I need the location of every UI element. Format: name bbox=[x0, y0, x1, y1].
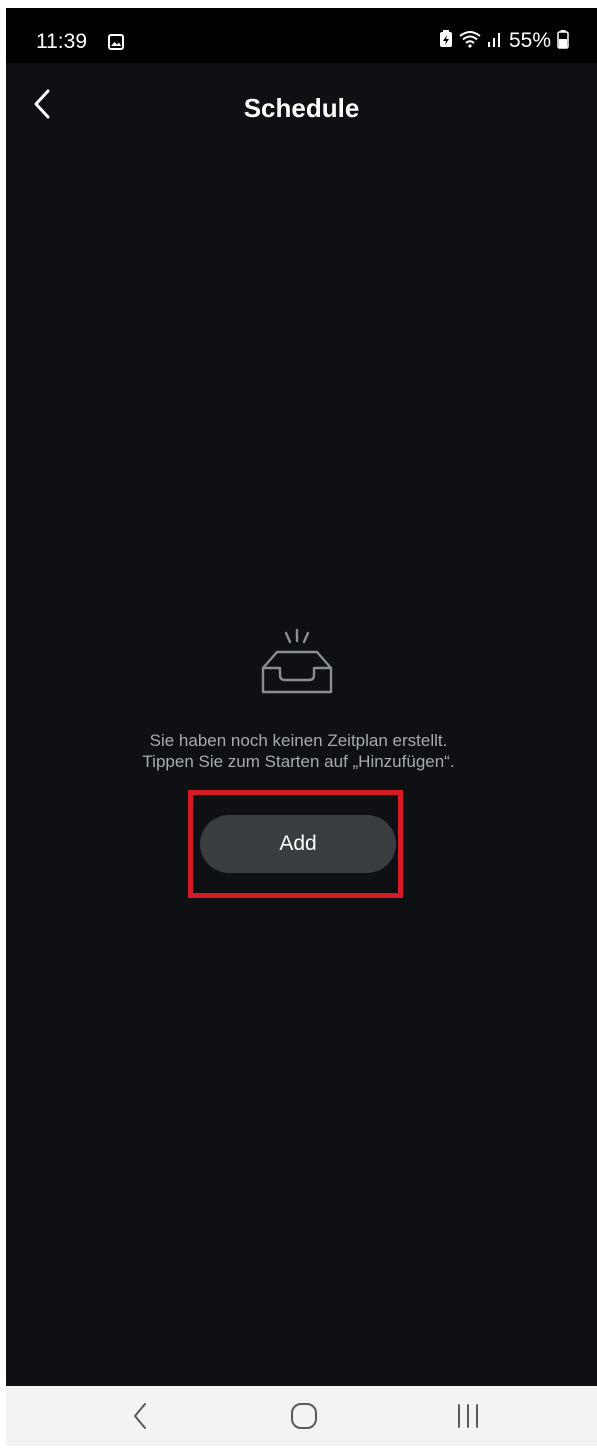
app-screen: 11:39 55% Schedule bbox=[6, 8, 597, 1388]
nav-recents-button[interactable] bbox=[438, 1396, 498, 1440]
nav-home-button[interactable] bbox=[274, 1396, 334, 1440]
status-icons: 55% bbox=[439, 28, 569, 54]
home-icon bbox=[290, 1402, 318, 1435]
gallery-icon bbox=[108, 34, 124, 50]
battery-saver-icon bbox=[439, 29, 453, 53]
add-button[interactable]: Add bbox=[200, 815, 396, 873]
app-header: Schedule bbox=[6, 63, 597, 163]
empty-state-line-1: Sie haben noch keinen Zeitplan erstellt. bbox=[149, 731, 448, 750]
wifi-icon bbox=[459, 30, 481, 53]
status-bar: 11:39 55% bbox=[6, 8, 597, 63]
empty-inbox-icon bbox=[253, 620, 341, 696]
recents-icon bbox=[455, 1403, 481, 1434]
signal-icon bbox=[487, 30, 503, 53]
page-title: Schedule bbox=[243, 93, 360, 123]
system-nav-bar bbox=[6, 1386, 597, 1446]
battery-percent: 55% bbox=[508, 29, 551, 52]
empty-state-line-2: Tippen Sie zum Starten auf „Hinzufügen“. bbox=[142, 752, 455, 771]
nav-back-button[interactable] bbox=[110, 1396, 170, 1440]
status-time: 11:39 bbox=[36, 30, 87, 53]
back-icon bbox=[132, 1402, 148, 1435]
empty-state-message: Sie haben noch keinen Zeitplan erstellt.… bbox=[0, 730, 597, 772]
battery-icon bbox=[557, 29, 569, 54]
